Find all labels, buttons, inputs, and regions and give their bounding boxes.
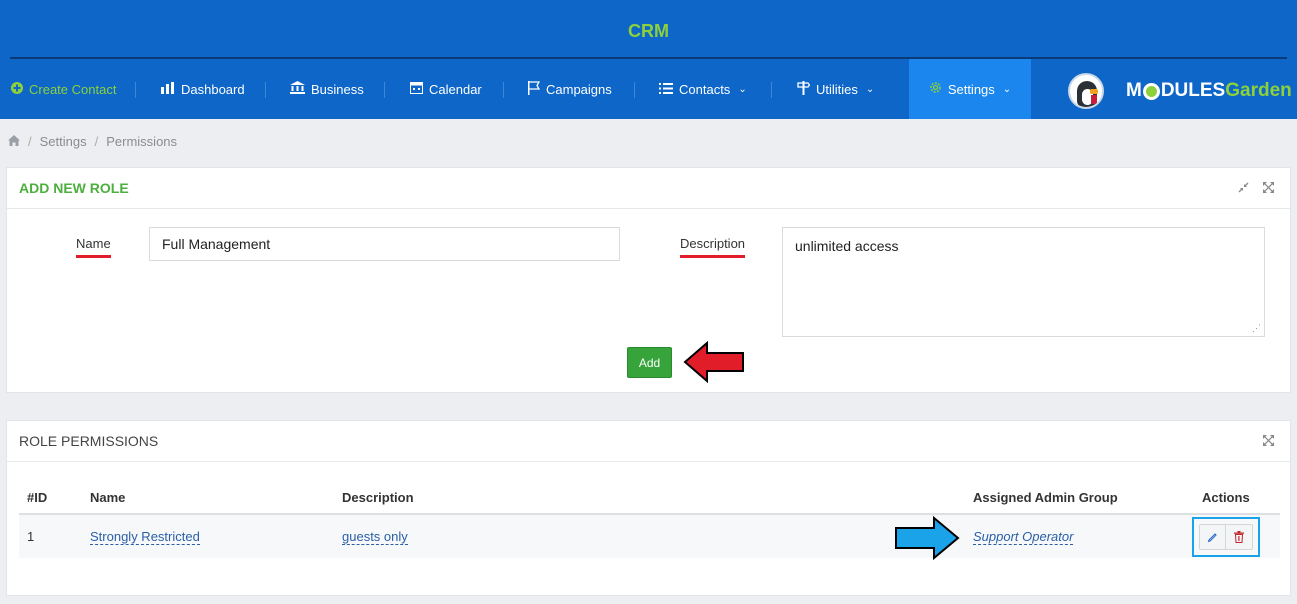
logo-o-icon	[1142, 82, 1160, 100]
calendar-icon	[410, 81, 423, 97]
nav-dashboard-label: Dashboard	[181, 81, 245, 97]
description-text: unlimited access	[795, 238, 899, 254]
breadcrumb: / Settings / Permissions	[8, 134, 177, 149]
name-label: Name	[76, 236, 111, 258]
nav-separator	[634, 82, 635, 98]
role-description-link[interactable]: guests only	[342, 529, 408, 545]
resize-grip-icon[interactable]: ⋰	[1252, 323, 1261, 334]
nav-settings[interactable]: Settings ⌄	[909, 59, 1031, 119]
list-icon	[659, 82, 673, 97]
permissions-table: #ID Name Description Assigned Admin Grou…	[19, 482, 1280, 558]
nav-contacts[interactable]: Contacts ⌄	[659, 59, 747, 119]
cell-name: Strongly Restricted	[82, 514, 334, 558]
cell-admin-group: Support Operator	[965, 514, 1186, 558]
add-role-panel: ADD NEW ROLE Name Full Management Descri…	[6, 167, 1291, 393]
nav-create-contact-label: Create Contact	[29, 81, 117, 97]
role-name-link[interactable]: Strongly Restricted	[90, 529, 200, 545]
chevron-down-icon: ⌄	[865, 83, 875, 95]
brand-area: M DULES Garden	[1068, 73, 1292, 109]
cell-description: guests only	[334, 514, 965, 558]
home-icon[interactable]	[8, 134, 20, 149]
nav-utilities[interactable]: Utilities ⌄	[797, 59, 874, 119]
app-title: CRM	[628, 21, 669, 41]
bank-icon	[290, 81, 305, 97]
nav-campaigns-label: Campaigns	[546, 81, 612, 97]
nav-separator	[771, 82, 772, 98]
breadcrumb-settings[interactable]: Settings	[40, 134, 87, 149]
col-id[interactable]: #ID	[19, 482, 82, 515]
nav-dashboard[interactable]: Dashboard	[161, 59, 245, 119]
cell-id: 1	[19, 514, 82, 558]
modulesgarden-logo: M DULES Garden	[1126, 80, 1292, 101]
breadcrumb-permissions: Permissions	[106, 134, 178, 149]
cell-actions	[1186, 514, 1280, 558]
col-description[interactable]: Description	[334, 482, 965, 515]
blue-arrow-icon	[895, 516, 960, 560]
table-header-row: #ID Name Description Assigned Admin Grou…	[19, 482, 1280, 515]
nav-calendar[interactable]: Calendar	[410, 59, 482, 119]
compress-icon[interactable]	[1238, 182, 1249, 196]
description-label: Description	[680, 236, 746, 258]
nav-business-label: Business	[311, 81, 364, 97]
chevron-down-icon: ⌄	[738, 83, 747, 95]
delete-button[interactable]	[1226, 523, 1253, 550]
gear-icon	[929, 81, 942, 97]
description-textarea[interactable]: unlimited access ⋰	[782, 227, 1265, 337]
panel-tools	[1263, 435, 1274, 449]
col-admin-group[interactable]: Assigned Admin Group	[965, 482, 1186, 515]
expand-icon[interactable]	[1263, 435, 1274, 449]
trash-icon	[1234, 530, 1244, 543]
panel-title: ADD NEW ROLE	[7, 168, 1290, 209]
nav-business[interactable]: Business	[290, 59, 364, 119]
role-permissions-panel: ROLE PERMISSIONS #ID Name Description As…	[6, 420, 1291, 596]
avatar[interactable]	[1068, 73, 1104, 109]
col-name[interactable]: Name	[82, 482, 334, 515]
signpost-icon	[797, 80, 811, 98]
nav-contacts-label: Contacts	[679, 81, 731, 97]
nav-calendar-label: Calendar	[429, 81, 482, 97]
nav-utilities-label: Utilities	[816, 81, 858, 97]
bar-chart-icon	[161, 81, 175, 97]
pencil-icon	[1207, 533, 1217, 542]
nav-settings-label: Settings	[947, 81, 995, 97]
chevron-down-icon: ⌄	[1002, 83, 1012, 95]
panel-tools	[1238, 182, 1274, 196]
nav-separator	[265, 82, 266, 98]
expand-icon[interactable]	[1263, 182, 1274, 196]
nav-separator	[135, 82, 136, 98]
add-button[interactable]: Add	[627, 347, 672, 378]
nav-separator	[503, 82, 504, 98]
nav-separator	[384, 82, 385, 98]
red-arrow-icon	[683, 341, 744, 383]
plus-circle-icon	[11, 81, 23, 97]
actions-highlight	[1192, 516, 1260, 557]
edit-button[interactable]	[1199, 523, 1226, 550]
nav-campaigns[interactable]: Campaigns	[528, 59, 612, 119]
col-actions: Actions	[1186, 482, 1280, 515]
table-row: 1 Strongly Restricted guests only Suppor…	[19, 514, 1280, 558]
admin-group-link[interactable]: Support Operator	[973, 529, 1074, 545]
nav-create-contact[interactable]: Create Contact	[11, 59, 116, 119]
panel-title: ROLE PERMISSIONS	[7, 421, 1290, 462]
name-field[interactable]: Full Management	[149, 227, 620, 261]
flag-icon	[528, 80, 541, 98]
